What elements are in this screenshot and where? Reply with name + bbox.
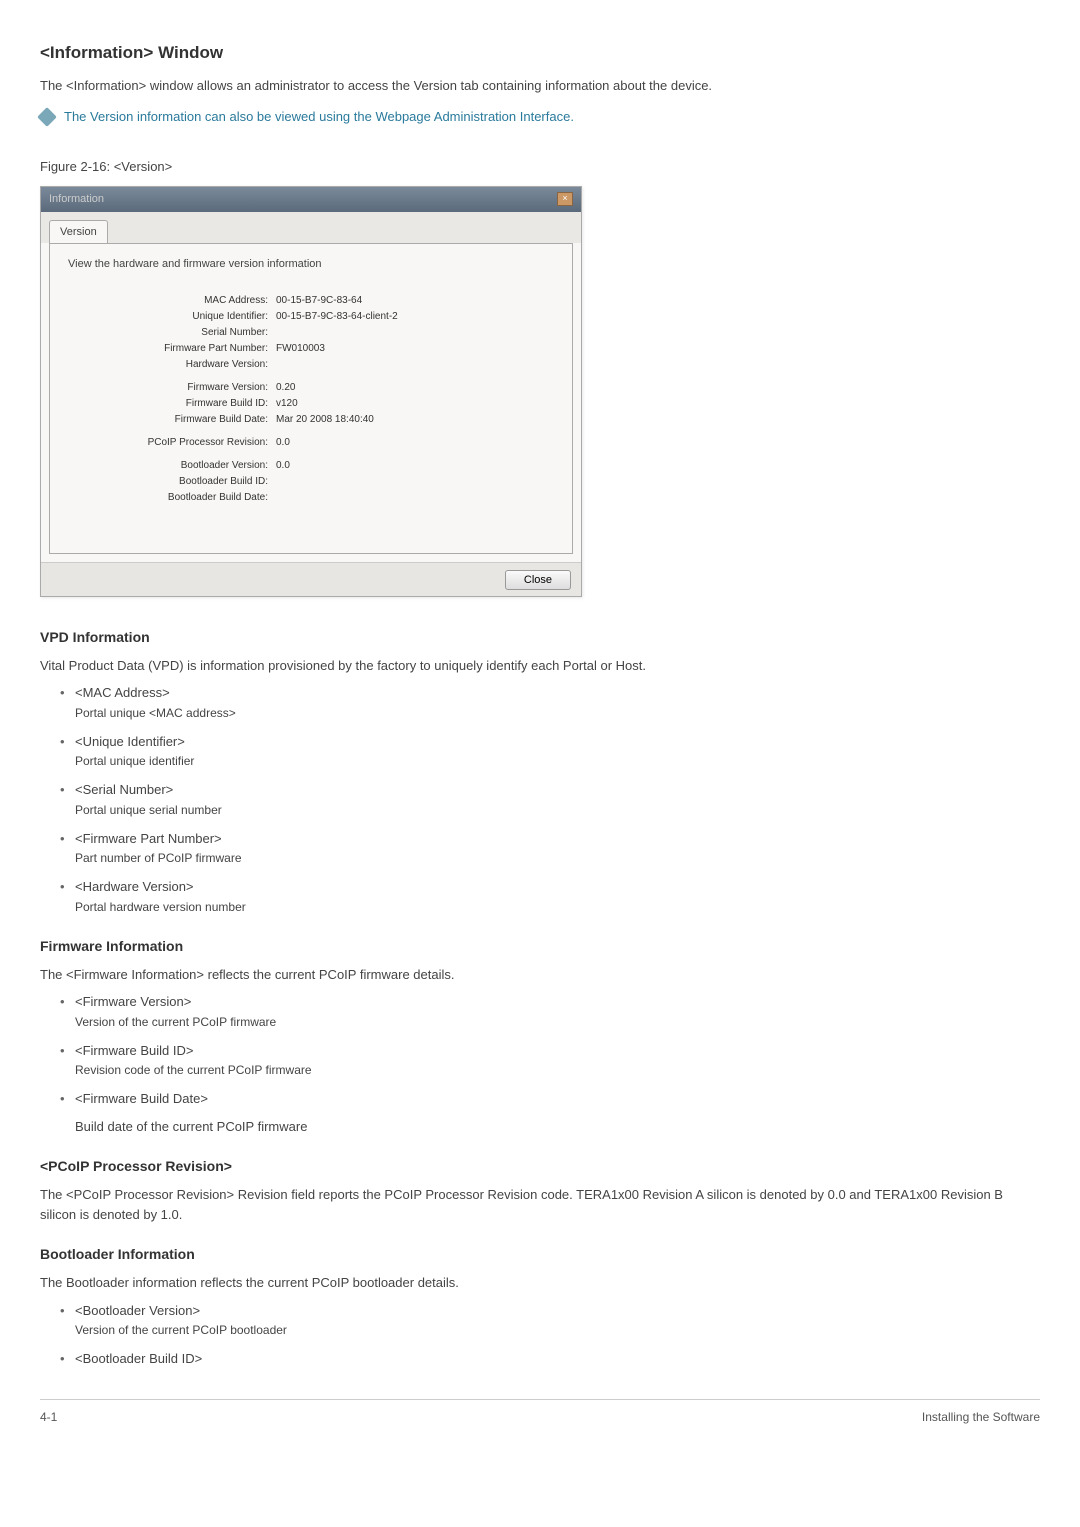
uid-label: Unique Identifier:: [68, 309, 276, 324]
item-desc: Part number of PCoIP firmware: [75, 849, 1040, 867]
close-button[interactable]: Close: [505, 570, 571, 590]
footer-title: Installing the Software: [922, 1408, 1040, 1426]
list-item: <Bootloader Version> Version of the curr…: [60, 1301, 1040, 1340]
page-footer: 4-1 Installing the Software: [40, 1399, 1040, 1426]
blbid-label: Bootloader Build ID:: [68, 474, 276, 489]
uid-value: 00-15-B7-9C-83-64-client-2: [276, 309, 398, 324]
item-desc: Revision code of the current PCoIP firmw…: [75, 1061, 1040, 1079]
blver-value: 0.0: [276, 458, 290, 473]
note-text: The Version information can also be view…: [64, 107, 574, 127]
page-number: 4-1: [40, 1408, 57, 1426]
serial-label: Serial Number:: [68, 325, 276, 340]
fwpart-value: FW010003: [276, 341, 325, 356]
tab-content: View the hardware and firmware version i…: [49, 243, 573, 554]
vpd-heading: VPD Information: [40, 627, 1040, 648]
mac-value: 00-15-B7-9C-83-64: [276, 293, 362, 308]
blbdate-label: Bootloader Build Date:: [68, 490, 276, 505]
item-title: <Hardware Version>: [75, 877, 1040, 897]
proc-label: PCoIP Processor Revision:: [68, 435, 276, 450]
list-item: <MAC Address> Portal unique <MAC address…: [60, 683, 1040, 722]
firmware-desc: The <Firmware Information> reflects the …: [40, 965, 1040, 985]
list-item: <Firmware Build ID> Revision code of the…: [60, 1041, 1040, 1080]
tab-area: Version: [41, 212, 581, 244]
item-title: <Firmware Part Number>: [75, 829, 1040, 849]
item-desc: Portal unique serial number: [75, 801, 1040, 819]
vpd-list: <MAC Address> Portal unique <MAC address…: [40, 683, 1040, 916]
boot-list: <Bootloader Version> Version of the curr…: [40, 1301, 1040, 1369]
hwver-label: Hardware Version:: [68, 357, 276, 372]
list-item: <Hardware Version> Portal hardware versi…: [60, 877, 1040, 916]
item-title: <Firmware Build Date>: [75, 1089, 1040, 1109]
list-item: <Serial Number> Portal unique serial num…: [60, 780, 1040, 819]
item-title: <Unique Identifier>: [75, 732, 1040, 752]
fwbid-value: v120: [276, 396, 298, 411]
item-title: <Firmware Version>: [75, 992, 1040, 1012]
blver-label: Bootloader Version:: [68, 458, 276, 473]
window-title: Information: [49, 191, 104, 208]
list-item: <Unique Identifier> Portal unique identi…: [60, 732, 1040, 771]
tab-version[interactable]: Version: [49, 220, 108, 244]
item-title: <MAC Address>: [75, 683, 1040, 703]
item-title: <Firmware Build ID>: [75, 1041, 1040, 1061]
item-title: <Serial Number>: [75, 780, 1040, 800]
fwver-label: Firmware Version:: [68, 380, 276, 395]
boot-desc: The Bootloader information reflects the …: [40, 1273, 1040, 1293]
intro-text: The <Information> window allows an admin…: [40, 76, 1040, 96]
fwbid-label: Firmware Build ID:: [68, 396, 276, 411]
proc-desc: The <PCoIP Processor Revision> Revision …: [40, 1185, 1040, 1224]
item-desc: Portal hardware version number: [75, 898, 1040, 916]
fwver-value: 0.20: [276, 380, 295, 395]
firmware-heading: Firmware Information: [40, 936, 1040, 957]
note-block: The Version information can also be view…: [40, 107, 1040, 127]
main-heading: <Information> Window: [40, 40, 1040, 66]
firmware-list: <Firmware Version> Version of the curren…: [40, 992, 1040, 1109]
figure-caption: Figure 2-16: <Version>: [40, 157, 1040, 177]
note-icon: [37, 107, 57, 127]
list-item: <Firmware Build Date>: [60, 1089, 1040, 1109]
vpd-desc: Vital Product Data (VPD) is information …: [40, 656, 1040, 676]
item-desc: Portal unique identifier: [75, 752, 1040, 770]
window-titlebar: Information ×: [41, 187, 581, 212]
list-item: <Bootloader Build ID>: [60, 1349, 1040, 1369]
fwpart-label: Firmware Part Number:: [68, 341, 276, 356]
fwbdate-label: Firmware Build Date:: [68, 412, 276, 427]
information-window: Information × Version View the hardware …: [40, 186, 582, 597]
tab-content-header: View the hardware and firmware version i…: [68, 256, 554, 273]
item-title: <Bootloader Build ID>: [75, 1349, 1040, 1369]
list-item: <Firmware Part Number> Part number of PC…: [60, 829, 1040, 868]
firmware-build-date-desc: Build date of the current PCoIP firmware: [40, 1117, 1040, 1137]
mac-label: MAC Address:: [68, 293, 276, 308]
proc-value: 0.0: [276, 435, 290, 450]
close-icon[interactable]: ×: [557, 192, 573, 206]
item-desc: Version of the current PCoIP firmware: [75, 1013, 1040, 1031]
list-item: <Firmware Version> Version of the curren…: [60, 992, 1040, 1031]
item-title: <Bootloader Version>: [75, 1301, 1040, 1321]
proc-heading: <PCoIP Processor Revision>: [40, 1156, 1040, 1177]
item-desc: Portal unique <MAC address>: [75, 704, 1040, 722]
fwbdate-value: Mar 20 2008 18:40:40: [276, 412, 374, 427]
item-desc: Version of the current PCoIP bootloader: [75, 1321, 1040, 1339]
button-bar: Close: [41, 562, 581, 596]
boot-heading: Bootloader Information: [40, 1244, 1040, 1265]
